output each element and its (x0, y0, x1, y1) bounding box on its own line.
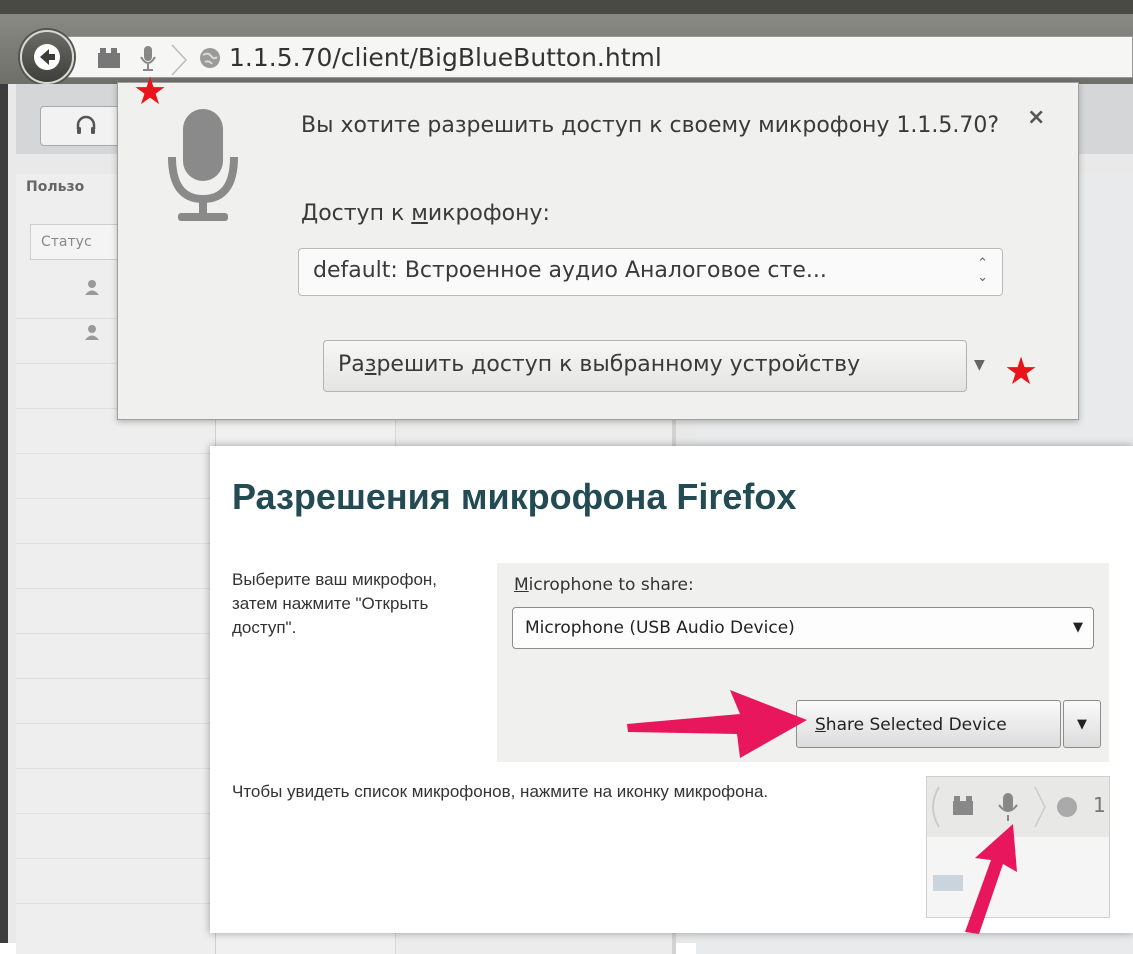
dropdown-arrow-icon: ▼ (1073, 620, 1083, 635)
permission-doorhanger: Вы хотите разрешить доступ к своему микр… (117, 82, 1079, 420)
user-icon (84, 324, 100, 344)
list-item[interactable] (16, 589, 216, 634)
user-icon (84, 279, 100, 299)
back-icon (34, 44, 60, 70)
instruction-text: Выберите ваш микрофон, затем нажмите "От… (232, 570, 438, 637)
selected-microphone: Microphone (USB Audio Device) (525, 618, 795, 638)
list-item[interactable] (16, 499, 216, 544)
star-annotation-icon: ★ (1004, 349, 1039, 393)
microphone-icon (168, 107, 238, 231)
url-bar[interactable]: 1.1.5.70/client/BigBlueButton.html (60, 36, 1133, 78)
allow-button[interactable]: Разрешить доступ к выбранному устройству (323, 340, 967, 392)
list-item[interactable] (16, 544, 216, 589)
headset-icon (76, 115, 96, 134)
microphone-access-label: Доступ к микрофону: (301, 201, 550, 226)
chevron-right-icon (169, 43, 189, 81)
pointer-arrow-icon (965, 824, 1017, 934)
share-dropdown-button[interactable]: ▼ (1063, 700, 1101, 748)
hint-text: Чтобы увидеть список микрофонов, нажмите… (232, 782, 769, 801)
back-button[interactable] (20, 30, 74, 84)
microphone-select[interactable]: Microphone (USB Audio Device) ▼ (512, 607, 1094, 649)
close-button[interactable]: × (1027, 105, 1045, 130)
panel-title: Разрешения микрофона Firefox (232, 476, 797, 517)
pointer-arrow-icon (627, 690, 807, 758)
microphone-select[interactable]: default: Встроенное аудио Аналоговое сте… (298, 248, 1003, 296)
list-item[interactable] (16, 724, 216, 769)
share-selected-device-button[interactable]: Share Selected Device (796, 700, 1061, 748)
window-titlebar (0, 0, 1133, 14)
permission-question: Вы хотите разрешить доступ к своему микр… (301, 113, 1000, 138)
addons-icon[interactable] (97, 47, 121, 73)
list-item[interactable] (16, 859, 216, 904)
list-item[interactable] (16, 769, 216, 814)
microphone-to-share-label: Microphone to share: (514, 575, 694, 595)
list-item[interactable] (16, 814, 216, 859)
star-annotation-icon: ★ (133, 69, 168, 113)
list-item[interactable] (16, 634, 216, 679)
list-item[interactable] (16, 679, 216, 724)
selected-device: default: Встроенное аудио Аналоговое сте… (313, 258, 827, 283)
navigation-toolbar: 1.1.5.70/client/BigBlueButton.html (0, 14, 1133, 84)
globe-icon (199, 47, 221, 73)
spinner-icon: ⌃ ⌄ (977, 256, 988, 285)
list-item[interactable] (16, 454, 216, 499)
url-text[interactable]: 1.1.5.70/client/BigBlueButton.html (229, 43, 662, 72)
dropdown-arrow-icon[interactable]: ▼ (974, 357, 985, 373)
users-title: Пользо (26, 179, 85, 195)
mini-url-fragment: 1 (1093, 793, 1106, 817)
